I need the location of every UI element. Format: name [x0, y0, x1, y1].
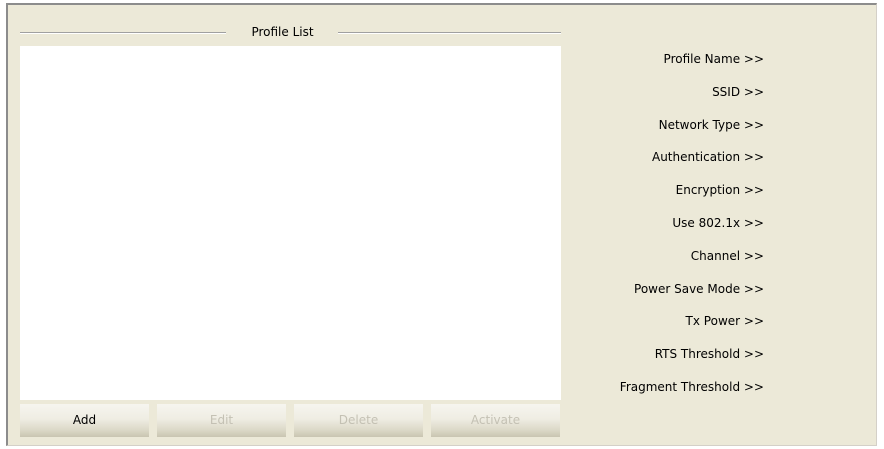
delete-button[interactable]: Delete: [294, 404, 423, 437]
property-channel[interactable]: Channel >>: [620, 246, 764, 279]
profile-properties: Profile Name >> SSID >> Network Type >> …: [620, 49, 764, 410]
group-divider-left: [20, 32, 226, 34]
profile-listbox[interactable]: [20, 46, 561, 400]
property-use-8021x[interactable]: Use 802.1x >>: [620, 213, 764, 246]
property-network-type[interactable]: Network Type >>: [620, 115, 764, 148]
property-rts-threshold[interactable]: RTS Threshold >>: [620, 344, 764, 377]
property-authentication[interactable]: Authentication >>: [620, 147, 764, 180]
group-divider-right: [338, 32, 561, 34]
add-button[interactable]: Add: [20, 404, 149, 437]
edit-button[interactable]: Edit: [157, 404, 286, 437]
property-fragment-threshold[interactable]: Fragment Threshold >>: [620, 377, 764, 410]
property-tx-power[interactable]: Tx Power >>: [620, 311, 764, 344]
property-power-save-mode[interactable]: Power Save Mode >>: [620, 279, 764, 312]
property-profile-name[interactable]: Profile Name >>: [620, 49, 764, 82]
activate-button[interactable]: Activate: [431, 404, 560, 437]
profile-list-title: Profile List: [251, 25, 314, 39]
property-encryption[interactable]: Encryption >>: [620, 180, 764, 213]
property-ssid[interactable]: SSID >>: [620, 82, 764, 115]
